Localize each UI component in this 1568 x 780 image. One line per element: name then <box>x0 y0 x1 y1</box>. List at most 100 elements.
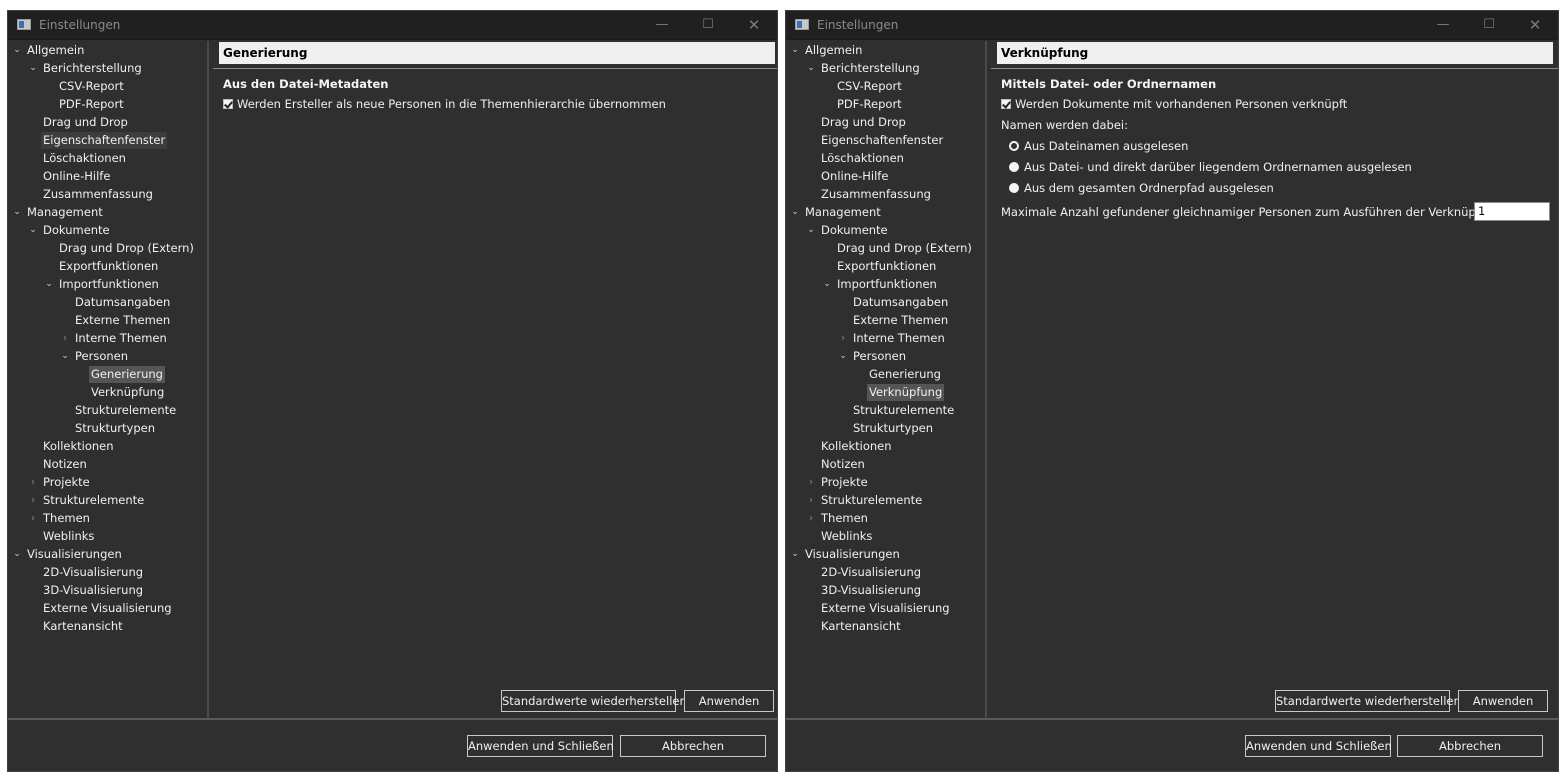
tree-item[interactable]: Generierung <box>89 366 165 383</box>
chevron-right-icon[interactable]: › <box>27 510 39 527</box>
chevron-right-icon[interactable]: › <box>27 474 39 491</box>
chevron-down-icon[interactable]: ⌄ <box>789 42 801 59</box>
apply-button[interactable]: Anwenden <box>1458 690 1548 712</box>
radio-label[interactable]: Aus dem gesamten Ordnerpfad ausgelesen <box>1024 181 1274 195</box>
tree-item[interactable]: Visualisierungen <box>803 546 902 563</box>
tree-item[interactable]: Management <box>25 204 105 221</box>
chevron-down-icon[interactable]: ⌄ <box>11 546 23 563</box>
tree-item[interactable]: Interne Themen <box>851 330 947 347</box>
preferences-tree[interactable]: ⌄ Allgemein ⌄ Berichterstellung CSV-Report PD… <box>8 41 209 719</box>
checkbox-label[interactable]: Werden Ersteller als neue Personen in di… <box>237 97 666 111</box>
tree-item[interactable]: Allgemein <box>25 42 86 59</box>
tree-item[interactable]: Notizen <box>41 456 89 473</box>
apply-and-close-button[interactable]: Anwenden und Schließen <box>467 735 614 757</box>
tree-item[interactable]: Externe Themen <box>73 312 172 329</box>
tree-item[interactable]: Externe Visualisierung <box>41 600 174 617</box>
tree-item[interactable]: Zusammenfassung <box>819 186 933 203</box>
tree-item[interactable]: PDF-Report <box>57 96 126 113</box>
restore-defaults-button[interactable]: Standardwerte wiederherstellen <box>1275 690 1461 712</box>
checkbox-checked-icon[interactable] <box>223 99 233 109</box>
chevron-down-icon[interactable]: ⌄ <box>27 222 39 239</box>
tree-item[interactable]: Personen <box>73 348 130 365</box>
tree-item[interactable]: PDF-Report <box>835 96 904 113</box>
tree-item[interactable]: Löschaktionen <box>41 150 128 167</box>
tree-item[interactable]: Strukturelemente <box>41 492 146 509</box>
title-bar[interactable]: Einstellungen — ☐ ✕ <box>8 11 777 40</box>
tree-item[interactable]: Importfunktionen <box>835 276 939 293</box>
tree-item[interactable]: Eigenschaftenfenster <box>41 132 168 149</box>
chevron-down-icon[interactable]: ⌄ <box>27 60 39 77</box>
tree-item[interactable]: 3D-Visualisierung <box>41 582 145 599</box>
tree-item[interactable]: Importfunktionen <box>57 276 161 293</box>
radio-option-file-and-folder[interactable]: Aus Datei- und direkt darüber liegendem … <box>1009 160 1412 174</box>
tree-item[interactable]: Strukturelemente <box>851 402 956 419</box>
chevron-down-icon[interactable]: ⌄ <box>821 276 833 293</box>
tree-item[interactable]: Kollektionen <box>41 438 116 455</box>
tree-item[interactable]: Strukturtypen <box>73 420 157 437</box>
radio-checked-icon[interactable] <box>1009 141 1019 151</box>
chevron-down-icon[interactable]: ⌄ <box>805 60 817 77</box>
chevron-down-icon[interactable]: ⌄ <box>789 546 801 563</box>
radio-option-full-path[interactable]: Aus dem gesamten Ordnerpfad ausgelesen <box>1009 181 1274 195</box>
minimize-button[interactable]: — <box>639 11 685 39</box>
tree-item[interactable]: Kartenansicht <box>41 618 125 635</box>
max-persons-input[interactable]: 1 <box>1474 202 1550 221</box>
chevron-right-icon[interactable]: › <box>805 492 817 509</box>
apply-button[interactable]: Anwenden <box>684 690 774 712</box>
chevron-right-icon[interactable]: › <box>59 330 71 347</box>
tree-item[interactable]: Zusammenfassung <box>41 186 155 203</box>
tree-item[interactable]: Datumsangaben <box>851 294 950 311</box>
tree-item[interactable]: Löschaktionen <box>819 150 906 167</box>
tree-item[interactable]: Projekte <box>819 474 870 491</box>
radio-label[interactable]: Aus Datei- und direkt darüber liegendem … <box>1024 160 1412 174</box>
tree-item[interactable]: Weblinks <box>819 528 874 545</box>
chevron-right-icon[interactable]: › <box>805 474 817 491</box>
chevron-down-icon[interactable]: ⌄ <box>11 204 23 221</box>
tree-item[interactable]: Management <box>803 204 883 221</box>
tree-item[interactable]: Weblinks <box>41 528 96 545</box>
tree-item[interactable]: Verknüpfung <box>89 384 166 401</box>
tree-item[interactable]: Kollektionen <box>819 438 894 455</box>
tree-item[interactable]: CSV-Report <box>57 78 126 95</box>
title-bar[interactable]: Einstellungen — ☐ ✕ <box>786 11 1558 40</box>
chevron-right-icon[interactable]: › <box>805 510 817 527</box>
radio-label[interactable]: Aus Dateinamen ausgelesen <box>1024 139 1188 153</box>
close-button[interactable]: ✕ <box>731 11 777 39</box>
checkbox-checked-icon[interactable] <box>1001 99 1011 109</box>
tree-item[interactable]: Strukturelemente <box>73 402 178 419</box>
tree-item[interactable]: 2D-Visualisierung <box>819 564 923 581</box>
tree-item[interactable]: Online-Hilfe <box>819 168 890 185</box>
preferences-tree[interactable]: ⌄ Allgemein ⌄ Berichterstellung CSV-Report PD… <box>786 41 987 719</box>
maximize-button[interactable]: ☐ <box>1466 11 1512 39</box>
creator-checkbox-row[interactable]: Werden Ersteller als neue Personen in di… <box>223 97 666 111</box>
tree-item[interactable]: Externe Visualisierung <box>819 600 952 617</box>
minimize-button[interactable]: — <box>1420 11 1466 39</box>
tree-item[interactable]: Online-Hilfe <box>41 168 112 185</box>
tree-item[interactable]: Drag und Drop (Extern) <box>57 240 196 257</box>
tree-item[interactable]: Dokumente <box>41 222 112 239</box>
chevron-down-icon[interactable]: ⌄ <box>805 222 817 239</box>
close-button[interactable]: ✕ <box>1512 11 1558 39</box>
radio-unchecked-icon[interactable] <box>1009 162 1019 172</box>
chevron-down-icon[interactable]: ⌄ <box>789 204 801 221</box>
radio-option-filename[interactable]: Aus Dateinamen ausgelesen <box>1009 139 1188 153</box>
tree-item[interactable]: Verknüpfung <box>867 384 945 401</box>
maximize-button[interactable]: ☐ <box>685 11 731 39</box>
tree-item[interactable]: Themen <box>819 510 870 527</box>
tree-item[interactable]: Allgemein <box>803 42 864 59</box>
tree-item[interactable]: Kartenansicht <box>819 618 903 635</box>
tree-item[interactable]: Projekte <box>41 474 92 491</box>
tree-item[interactable]: Externe Themen <box>851 312 950 329</box>
tree-item[interactable]: CSV-Report <box>835 78 904 95</box>
chevron-down-icon[interactable]: ⌄ <box>59 348 71 365</box>
tree-item[interactable]: Drag und Drop <box>819 114 908 131</box>
tree-item[interactable]: 3D-Visualisierung <box>819 582 923 599</box>
chevron-down-icon[interactable]: ⌄ <box>11 42 23 59</box>
checkbox-label[interactable]: Werden Dokumente mit vorhandenen Persone… <box>1015 97 1347 111</box>
tree-item[interactable]: Exportfunktionen <box>57 258 160 275</box>
link-documents-checkbox-row[interactable]: Werden Dokumente mit vorhandenen Persone… <box>1001 97 1347 111</box>
chevron-down-icon[interactable]: ⌄ <box>43 276 55 293</box>
tree-item[interactable]: Datumsangaben <box>73 294 172 311</box>
radio-unchecked-icon[interactable] <box>1009 183 1019 193</box>
restore-defaults-button[interactable]: Standardwerte wiederherstellen <box>501 690 687 712</box>
